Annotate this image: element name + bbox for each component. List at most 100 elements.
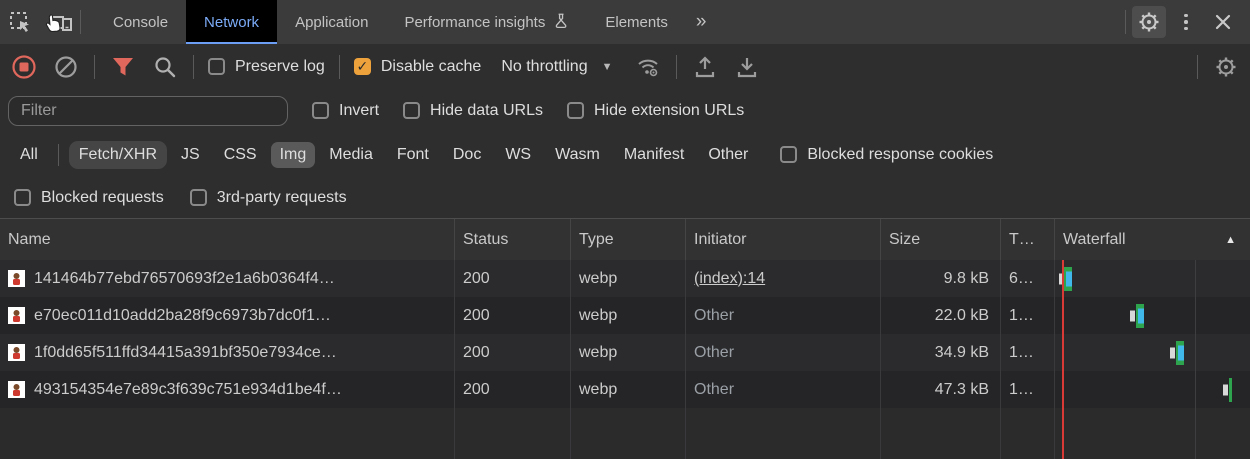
request-blocking-row: Blocked requests 3rd-party requests: [0, 177, 1250, 219]
disable-cache-checkbox[interactable]: ✓: [354, 58, 371, 75]
blocked-response-cookies-control[interactable]: Blocked response cookies: [780, 146, 993, 164]
preserve-log-label: Preserve log: [235, 58, 325, 76]
search-icon[interactable]: [151, 53, 179, 81]
export-har-icon[interactable]: [733, 53, 761, 81]
hide-data-urls-control[interactable]: Hide data URLs: [403, 102, 543, 120]
filter-chip-ws[interactable]: WS: [495, 141, 541, 169]
devtools-tabbar: ConsoleNetworkApplicationPerformance ins…: [0, 0, 1250, 44]
column-header-initiator[interactable]: Initiator: [686, 219, 881, 260]
toolbar-divider: [193, 55, 194, 79]
inspect-element-icon[interactable]: [0, 0, 40, 44]
column-label: Type: [579, 231, 614, 249]
request-time: 1…: [1001, 371, 1055, 408]
waterfall-download-bar: [1138, 308, 1144, 323]
hide-extension-urls-checkbox[interactable]: [567, 102, 584, 119]
filter-chip-img[interactable]: Img: [271, 142, 316, 168]
network-conditions-icon[interactable]: [634, 53, 662, 81]
toolbar-divider: [94, 55, 95, 79]
flask-icon: [553, 13, 569, 31]
column-label: Waterfall: [1063, 231, 1126, 249]
more-tabs-icon[interactable]: »: [686, 0, 715, 44]
filter-chip-font[interactable]: Font: [387, 141, 439, 169]
toolbar-divider: [339, 55, 340, 79]
column-header-size[interactable]: Size: [881, 219, 1001, 260]
filter-chip-wasm[interactable]: Wasm: [545, 141, 610, 169]
throttling-value: No throttling: [501, 58, 587, 76]
clear-network-log-icon[interactable]: [52, 53, 80, 81]
column-header-waterfall[interactable]: Waterfall▲: [1055, 219, 1250, 260]
resource-type-filters: All Fetch/XHRJSCSSImgMediaFontDocWSWasmMa…: [0, 132, 1250, 177]
filter-icon[interactable]: [109, 53, 137, 81]
third-party-requests-control[interactable]: 3rd-party requests: [190, 189, 347, 207]
request-type: webp: [571, 334, 686, 371]
request-initiator: Other: [686, 334, 881, 371]
column-label: Initiator: [694, 231, 746, 249]
hide-extension-urls-label: Hide extension URLs: [594, 102, 744, 120]
request-status: 200: [455, 297, 571, 334]
waterfall-download-bar: [1178, 345, 1184, 360]
tabbar-divider: [80, 10, 81, 34]
request-name: e70ec011d10add2ba28f9c6973b7dc0f1…: [34, 307, 331, 325]
third-party-requests-label: 3rd-party requests: [217, 189, 347, 207]
invert-control[interactable]: Invert: [312, 102, 379, 120]
hide-extension-urls-control[interactable]: Hide extension URLs: [567, 102, 744, 120]
settings-gear-icon[interactable]: [1132, 6, 1166, 38]
waterfall-gridline: [1195, 260, 1196, 459]
invert-checkbox[interactable]: [312, 102, 329, 119]
filter-chip-doc[interactable]: Doc: [443, 141, 491, 169]
tab-application[interactable]: Application: [277, 0, 386, 44]
filter-chip-fetch-xhr[interactable]: Fetch/XHR: [69, 141, 167, 169]
image-preview-thumbnail: [8, 270, 25, 287]
chevron-down-icon: ▼: [602, 61, 613, 73]
tab-network[interactable]: Network: [186, 0, 277, 44]
filter-chip-js[interactable]: JS: [171, 141, 210, 169]
blocked-response-cookies-label: Blocked response cookies: [807, 146, 993, 164]
throttling-select[interactable]: No throttling ▼: [501, 58, 612, 76]
mouse-cursor-icon: [44, 14, 61, 33]
column-header-t[interactable]: T…: [1001, 219, 1055, 260]
empty-cell: [1055, 408, 1250, 459]
tab-console[interactable]: Console: [95, 0, 186, 44]
disable-cache-control[interactable]: ✓ Disable cache: [354, 58, 482, 76]
request-status: 200: [455, 260, 571, 297]
more-options-icon[interactable]: [1172, 6, 1200, 38]
initiator-link[interactable]: (index):14: [694, 270, 765, 288]
blocked-requests-control[interactable]: Blocked requests: [14, 189, 164, 207]
blocked-response-cookies-checkbox[interactable]: [780, 146, 797, 163]
column-label: Name: [8, 231, 51, 249]
tab-elements[interactable]: Elements: [587, 0, 686, 44]
third-party-requests-checkbox[interactable]: [190, 189, 207, 206]
hide-data-urls-checkbox[interactable]: [403, 102, 420, 119]
empty-cell: [881, 408, 1001, 459]
panel-tabs: ConsoleNetworkApplicationPerformance ins…: [95, 0, 686, 44]
tab-label: Elements: [605, 14, 668, 31]
request-time: 1…: [1001, 334, 1055, 371]
column-header-name[interactable]: Name: [0, 219, 455, 260]
filter-chip-css[interactable]: CSS: [214, 141, 267, 169]
request-size: 22.0 kB: [881, 297, 1001, 334]
preserve-log-checkbox[interactable]: [208, 58, 225, 75]
waterfall-cell: [1055, 260, 1250, 297]
filter-chip-manifest[interactable]: Manifest: [614, 141, 694, 169]
import-har-icon[interactable]: [691, 53, 719, 81]
request-initiator: (index):14: [686, 260, 881, 297]
tab-performance-insights[interactable]: Performance insights: [386, 0, 587, 44]
load-event-line: [1062, 260, 1064, 459]
record-network-log-icon[interactable]: [10, 53, 38, 81]
filter-chip-all[interactable]: All: [10, 141, 48, 169]
column-header-status[interactable]: Status: [455, 219, 571, 260]
preserve-log-control[interactable]: Preserve log: [208, 58, 325, 76]
requests-table-body: 141464b77ebd76570693f2e1a6b0364f4… 200 w…: [0, 260, 1250, 459]
filter-chip-media[interactable]: Media: [319, 141, 383, 169]
filter-input[interactable]: [8, 96, 288, 126]
request-name: 493154354e7e89c3f639c751e934d1be4f…: [34, 381, 342, 399]
column-header-type[interactable]: Type: [571, 219, 686, 260]
column-label: Status: [463, 231, 508, 249]
filter-chip-other[interactable]: Other: [698, 141, 758, 169]
devtools-window: ConsoleNetworkApplicationPerformance ins…: [0, 0, 1250, 459]
close-devtools-icon[interactable]: [1206, 6, 1240, 38]
request-initiator: Other: [686, 297, 881, 334]
blocked-requests-checkbox[interactable]: [14, 189, 31, 206]
requests-table-header: Name Status Type Initiator SizeT…Waterfall▲: [0, 219, 1250, 260]
network-settings-gear-icon[interactable]: [1212, 53, 1240, 81]
